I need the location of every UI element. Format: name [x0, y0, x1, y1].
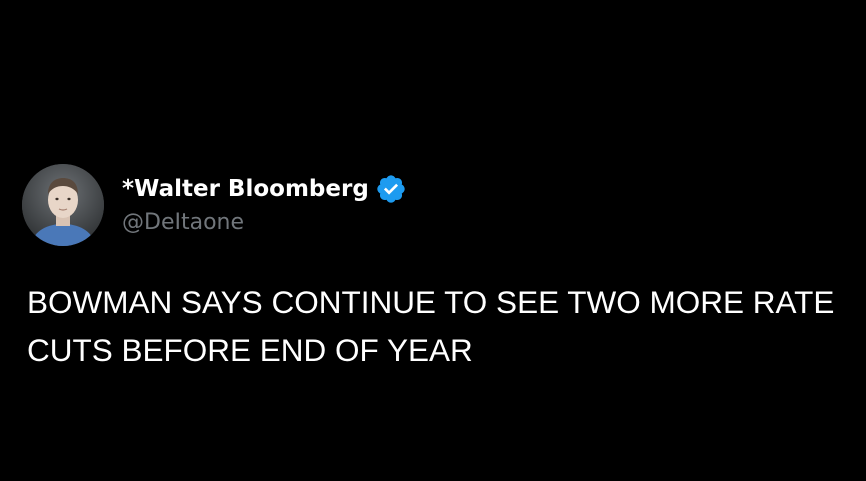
tweet-text: BOWMAN SAYS CONTINUE TO SEE TWO MORE RAT… — [27, 278, 866, 374]
author-handle[interactable]: @DeItaone — [122, 210, 407, 235]
display-name-line: *Walter Bloomberg — [122, 172, 407, 206]
tweet-text-line-2: CUTS BEFORE END OF YEAR — [27, 332, 473, 368]
verified-badge-icon[interactable] — [375, 173, 407, 205]
avatar-image — [22, 164, 104, 246]
author-names: *Walter Bloomberg @DeItaone — [122, 172, 407, 235]
tweet-author: *Walter Bloomberg @DeItaone — [22, 164, 407, 246]
tweet-text-line-1: BOWMAN SAYS CONTINUE TO SEE TWO MORE RAT… — [27, 284, 835, 320]
tweet: *Walter Bloomberg @DeItaone BOWMAN SAYS … — [0, 0, 866, 481]
avatar[interactable] — [22, 164, 104, 246]
display-name[interactable]: *Walter Bloomberg — [122, 176, 369, 202]
